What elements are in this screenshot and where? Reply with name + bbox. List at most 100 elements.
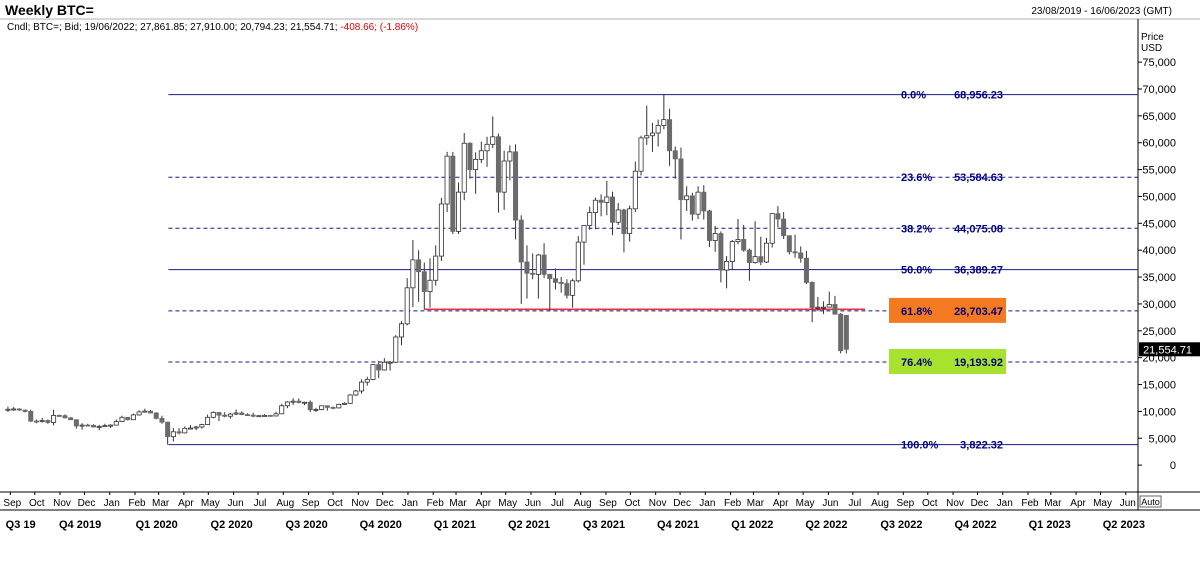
- month-label: Nov: [946, 498, 964, 509]
- candle-down: [610, 196, 616, 223]
- candle-down: [376, 364, 382, 371]
- chart-frame: [0, 18, 1200, 511]
- candle-down: [667, 119, 673, 152]
- candle-up: [410, 259, 416, 289]
- candle-up: [119, 416, 125, 423]
- candle-up: [764, 242, 770, 263]
- candle-up: [632, 170, 638, 210]
- last-price-label: 21,554.71: [1143, 344, 1192, 356]
- candle-down: [148, 410, 154, 414]
- candle-down: [809, 282, 815, 309]
- month-label: Dec: [971, 498, 989, 509]
- y-tick-label: 15,000: [1142, 380, 1176, 392]
- candle-up: [507, 151, 513, 162]
- candle-up: [313, 409, 319, 411]
- quarter-label: Q3 2021: [583, 519, 625, 531]
- candle-down: [746, 249, 752, 263]
- month-label: Jun: [822, 498, 838, 509]
- candle-up: [370, 364, 376, 380]
- candle-down: [786, 235, 792, 253]
- quarter-label: Q2 2023: [1103, 519, 1145, 531]
- candle-down: [28, 410, 34, 422]
- candle-up: [490, 136, 496, 145]
- chart-window: Weekly BTC= 23/08/2019 - 16/06/2023 (GMT…: [0, 0, 1200, 571]
- candle-down: [216, 412, 222, 416]
- candle-up: [96, 426, 102, 428]
- candle-down: [296, 400, 302, 403]
- candle-down: [524, 261, 530, 274]
- quarter-label: Q2 2021: [508, 519, 550, 531]
- candle-up: [712, 233, 718, 241]
- candle-down: [62, 415, 68, 419]
- fib-value-label: 36,389.27: [954, 265, 1003, 277]
- candle-up: [364, 379, 370, 383]
- candle-up: [11, 408, 17, 411]
- candle-down: [558, 282, 564, 284]
- candle-down: [244, 414, 250, 417]
- candle-up: [130, 414, 136, 421]
- candle-up: [227, 413, 233, 417]
- month-label: Dec: [673, 498, 691, 509]
- candle-up: [433, 255, 439, 281]
- candle-up: [170, 431, 176, 438]
- candle-down: [416, 259, 422, 273]
- candle-down: [672, 150, 678, 160]
- candle-up: [456, 191, 462, 232]
- candle-up: [341, 402, 347, 405]
- candle-up: [735, 239, 741, 242]
- candle-down: [718, 233, 724, 271]
- candle-down: [68, 417, 74, 421]
- price-axis: PriceUSD05,00010,00015,00020,00025,00030…: [1138, 32, 1200, 508]
- candle-down: [838, 313, 844, 352]
- candle-up: [193, 426, 199, 429]
- candle-up: [615, 209, 621, 223]
- candle-down: [598, 199, 604, 203]
- candle-up: [182, 427, 188, 434]
- candle-down: [56, 415, 62, 417]
- y-tick-label: 55,000: [1142, 165, 1176, 177]
- candle-up: [661, 119, 667, 126]
- month-label: May: [498, 498, 517, 509]
- month-label: Mar: [747, 498, 765, 509]
- month-label: Jun: [525, 498, 541, 509]
- month-label: Nov: [649, 498, 667, 509]
- candle-up: [302, 401, 308, 404]
- y-tick-label: 35,000: [1142, 272, 1176, 284]
- month-label: Feb: [1021, 498, 1039, 509]
- candle-up: [273, 413, 279, 417]
- candle-down: [621, 209, 627, 234]
- month-label: May: [201, 498, 220, 509]
- month-label: Sep: [896, 498, 914, 509]
- quarter-label: Q4 2020: [360, 519, 402, 531]
- candle-up: [108, 424, 114, 427]
- candle-down: [792, 251, 798, 254]
- quarter-label: Q4 2021: [657, 519, 699, 531]
- price-chart[interactable]: 0.0% 68,956.23 23.6% 53,584.63 38.2% 44,075.0…: [0, 0, 1200, 571]
- candle-down: [73, 419, 79, 427]
- month-label: Jun: [228, 498, 244, 509]
- y-tick-label: 75,000: [1142, 57, 1176, 69]
- candle-up: [729, 241, 735, 262]
- candle-up: [187, 427, 193, 430]
- candle-up: [262, 415, 268, 417]
- month-label: Apr: [773, 498, 789, 509]
- quarter-label: Q4 2019: [59, 519, 101, 531]
- candle-up: [336, 404, 342, 409]
- y-tick-label: 70,000: [1142, 84, 1176, 96]
- candle-up: [347, 394, 353, 404]
- candle-down: [689, 195, 695, 215]
- candle-up: [398, 323, 404, 338]
- candle-down: [513, 151, 519, 221]
- y-tick-label: 45,000: [1142, 218, 1176, 230]
- month-label: Mar: [449, 498, 467, 509]
- month-label: Apr: [1070, 498, 1086, 509]
- fib-pct-label: 50.0%: [901, 265, 932, 277]
- candle-up: [724, 261, 730, 271]
- candle-down: [159, 417, 165, 423]
- fib-pct-label: 100.0%: [901, 440, 939, 452]
- y-tick-label: 10,000: [1142, 406, 1176, 418]
- candle-down: [125, 416, 131, 421]
- fib-pct-label: 76.4%: [901, 357, 932, 369]
- candle-up: [79, 424, 85, 427]
- fib-pct-label: 0.0%: [901, 90, 926, 102]
